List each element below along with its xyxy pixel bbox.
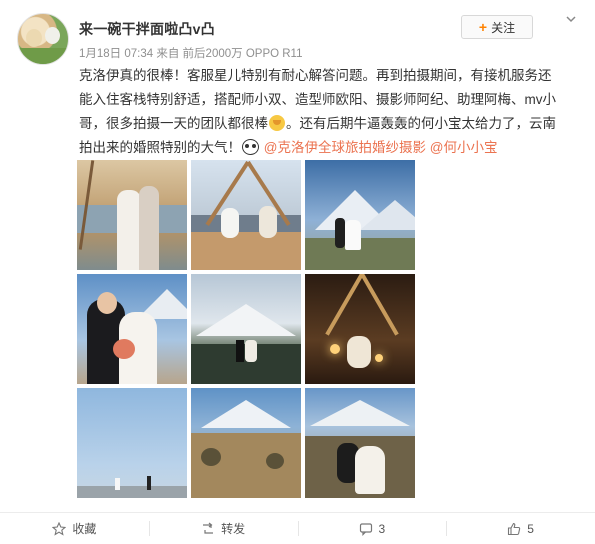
plus-icon: + <box>478 19 488 35</box>
photo-grid <box>77 160 417 500</box>
mention-link-user[interactable]: @何小小宝 <box>430 140 498 155</box>
action-bar: 收藏 转发 3 5 <box>0 512 595 544</box>
photo-thumbnail[interactable] <box>305 388 415 498</box>
chevron-down-icon[interactable] <box>565 13 577 25</box>
photo-thumbnail[interactable] <box>191 274 301 384</box>
post-text-line-1: 克洛伊真的很棒！客服星儿特别有耐心解答问题。再到拍摄期间，有接机服务还 <box>79 68 552 83</box>
post-text-line-3: 哥，很多拍摄一天的团队都很棒 。还有后期牛逼轰轰的何小宝太给力了，云南 <box>79 112 579 136</box>
mention-link-studio[interactable]: @克洛伊全球旅拍婚纱摄影 <box>264 140 426 155</box>
comment-count: 3 <box>378 521 386 536</box>
post-text: 克洛伊真的很棒！客服星儿特别有耐心解答问题。再到拍摄期间，有接机服务还 能入住客… <box>79 64 579 160</box>
author-name[interactable]: 来一碗干拌面啦凸v凸 <box>79 19 215 39</box>
like-count: 5 <box>527 521 534 536</box>
favorite-label: 收藏 <box>72 522 97 536</box>
follow-button[interactable]: + 关注 <box>461 15 533 39</box>
follow-label: 关注 <box>491 20 516 35</box>
repost-icon <box>203 522 214 534</box>
photo-thumbnail[interactable] <box>77 388 187 498</box>
post-text-line-3b: 。还有后期牛逼轰轰的何小宝太给力了，云南 <box>286 116 556 131</box>
post-text-line-4a: 拍出来的婚照特别的大气！ <box>79 140 241 155</box>
photo-thumbnail[interactable] <box>77 274 187 384</box>
post-meta: 1月18日 07:34 来自 前后2000万 OPPO R11 <box>79 48 303 60</box>
clap-emoji-icon <box>269 115 285 131</box>
photo-thumbnail[interactable] <box>77 160 187 270</box>
photo-thumbnail[interactable] <box>191 388 301 498</box>
post-text-line-3a: 哥，很多拍摄一天的团队都很棒 <box>79 116 268 131</box>
post-text-line-2: 能入住客栈特别舒适，搭配师小双、造型师欧阳、摄影师阿纪、助理阿梅、mv小 <box>79 92 556 107</box>
photo-thumbnail[interactable] <box>305 160 415 270</box>
comment-button[interactable]: 3 <box>297 513 447 544</box>
comment-icon <box>359 522 372 536</box>
like-button[interactable]: 5 <box>446 513 595 544</box>
repost-button[interactable]: 转发 <box>148 513 298 544</box>
author-avatar[interactable] <box>17 13 69 65</box>
post-text-line-4: 拍出来的婚照特别的大气！ @克洛伊全球旅拍婚纱摄影 @何小小宝 <box>79 136 579 160</box>
panda-emoji-icon <box>242 139 259 155</box>
photo-thumbnail[interactable] <box>305 274 415 384</box>
thumbs-up-icon <box>508 522 521 535</box>
avatar-dog-left <box>26 29 42 47</box>
repost-label: 转发 <box>221 522 246 536</box>
favorite-button[interactable]: 收藏 <box>0 513 149 544</box>
star-icon <box>52 521 67 536</box>
avatar-grass <box>18 48 68 64</box>
avatar-dog-right <box>45 27 60 44</box>
weibo-post-card: 来一碗干拌面啦凸v凸 1月18日 07:34 来自 前后2000万 OPPO R… <box>0 0 595 543</box>
photo-thumbnail[interactable] <box>191 160 301 270</box>
